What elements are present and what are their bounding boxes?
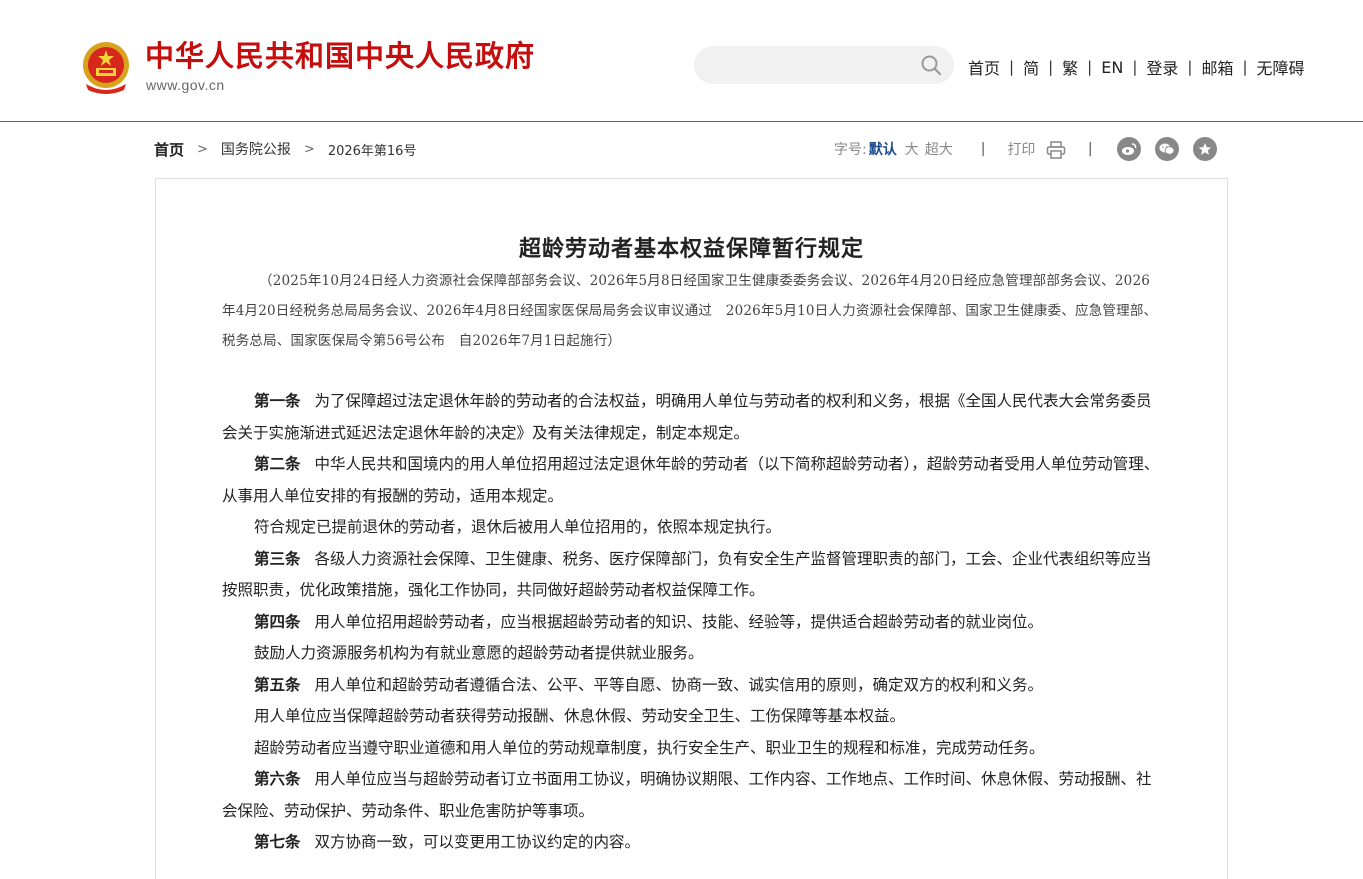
article-clause-text: 用人单位应当保障超龄劳动者获得劳动报酬、休息休假、劳动安全卫生、工伤保障等基本权…: [254, 707, 906, 725]
nav-separator: |: [1132, 58, 1138, 76]
breadcrumb: 首页 > 国务院公报 > 2026年第16号: [154, 138, 416, 160]
article-paragraph: 超龄劳动者应当遵守职业道德和用人单位的劳动规章制度，执行安全生产、职业卫生的规程…: [222, 733, 1162, 765]
font-size-default[interactable]: 默认: [869, 139, 897, 159]
article-subtitle: （2025年10月24日经人力资源社会保障部部务会议、2026年5月8日经国家卫…: [222, 273, 1158, 349]
font-size-large[interactable]: 大: [905, 139, 919, 159]
nav-separator: |: [1087, 58, 1093, 76]
nav-separator: |: [1009, 58, 1015, 76]
site-url[interactable]: www.gov.cn: [146, 77, 225, 93]
wechat-icon: [1159, 143, 1175, 155]
header-divider: [0, 121, 1363, 122]
search-icon[interactable]: [920, 54, 942, 76]
article-clause-text: 用人单位和超龄劳动者遵循合法、公平、平等自愿、协商一致、诚实信用的原则，确定双方…: [314, 675, 1044, 694]
article-clause-label: 第六条: [254, 770, 301, 788]
article-tools: 字号: 默认 大 超大 | 打印 |: [834, 137, 1231, 161]
nav-accessibility[interactable]: 无障碍: [1257, 55, 1305, 79]
tools-divider: |: [980, 141, 986, 157]
article-paragraph: 第四条 用人单位招用超龄劳动者，应当根据超龄劳动者的知识、技能、经验等，提供适合超…: [222, 607, 1162, 639]
article-clause-text: 超龄劳动者应当遵守职业道德和用人单位的劳动规章制度，执行安全生产、职业卫生的规程…: [254, 738, 1045, 757]
chevron-right-icon: >: [303, 141, 315, 157]
favorite-star-icon: [1198, 143, 1211, 155]
article-clause-label: 第二条: [254, 455, 301, 473]
article-clause-label: 第一条: [254, 392, 301, 410]
nav-traditional[interactable]: 繁: [1062, 55, 1078, 79]
font-size-label: 字号:: [834, 142, 867, 158]
article-paragraph: 符合规定已提前退休的劳动者，退休后被用人单位招用的，依照本规定执行。: [222, 512, 1162, 544]
article-paragraph: 第七条 双方协商一致，可以变更用工协议约定的内容。: [222, 827, 1162, 859]
top-nav: 首页 | 简 | 繁 | EN | 登录 | 邮箱 | 无障碍: [968, 55, 1305, 79]
printer-icon: [1046, 141, 1066, 159]
nav-english[interactable]: EN: [1101, 58, 1123, 77]
article-paragraph: 鼓励人力资源服务机构为有就业意愿的超龄劳动者提供就业服务。: [222, 638, 1162, 670]
nav-home[interactable]: 首页: [968, 55, 1000, 79]
article-clause-text: 双方协商一致，可以变更用工协议约定的内容。: [314, 833, 641, 851]
nav-separator: |: [1048, 58, 1054, 76]
article-clause-text: 用人单位应当与超龄劳动者订立书面用工协议，明确协议期限、工作内容、工作地点、工作…: [222, 770, 1152, 820]
article-paragraph: 第一条 为了保障超过法定退休年龄的劳动者的合法权益，明确用人单位与劳动者的权利和义…: [222, 386, 1162, 449]
article-paragraph: 用人单位应当保障超龄劳动者获得劳动报酬、休息休假、劳动安全卫生、工伤保障等基本权…: [222, 701, 1162, 733]
article-clause-text: 用人单位招用超龄劳动者，应当根据超龄劳动者的知识、技能、经验等，提供适合超龄劳动…: [314, 612, 1044, 631]
article-clause-label: 第七条: [254, 833, 301, 851]
article-panel: 超龄劳动者基本权益保障暂行规定 （2025年10月24日经人力资源社会保障部部务…: [155, 178, 1228, 879]
article-clause-text: 鼓励人力资源服务机构为有就业意愿的超龄劳动者提供就业服务。: [254, 644, 704, 662]
national-emblem-icon[interactable]: [80, 40, 132, 94]
print-label: 打印: [1007, 142, 1036, 158]
tools-divider: |: [1087, 141, 1093, 157]
article-clause-text: 各级人力资源社会保障、卫生健康、税务、医疗保障部门，负有安全生产监督管理职责的部…: [222, 549, 1152, 600]
article-clause-label: 第四条: [254, 612, 301, 631]
article-clause-text: 为了保障超过法定退休年龄的劳动者的合法权益，明确用人单位与劳动者的权利和义务，根…: [222, 392, 1152, 442]
site-header: 中华人民共和国中央人民政府 www.gov.cn 首页 | 简 | 繁 | EN…: [0, 0, 1363, 121]
weibo-icon: [1121, 143, 1136, 155]
nav-mailbox[interactable]: 邮箱: [1201, 55, 1233, 79]
breadcrumb-home[interactable]: 首页: [154, 139, 184, 160]
favorite-button[interactable]: [1192, 137, 1217, 161]
article-clause-label: 第五条: [254, 675, 301, 694]
article-paragraph: 第三条 各级人力资源社会保障、卫生健康、税务、医疗保障部门，负有安全生产监督管理职…: [222, 544, 1162, 607]
article-title: 超龄劳动者基本权益保障暂行规定: [518, 236, 864, 262]
nav-separator: |: [1187, 58, 1193, 76]
article-body: 第一条 为了保障超过法定退休年龄的劳动者的合法权益，明确用人单位与劳动者的权利和义…: [222, 386, 1162, 859]
article-clause-text: 符合规定已提前退休的劳动者，退休后被用人单位招用的，依照本规定执行。: [254, 518, 782, 536]
search-box: [694, 46, 954, 84]
article-clause-text: 中华人民共和国境内的用人单位招用超过法定退休年龄的劳动者（以下简称超龄劳动者），…: [222, 455, 1160, 505]
search-input[interactable]: [712, 54, 906, 78]
site-title[interactable]: 中华人民共和国中央人民政府: [145, 38, 535, 74]
article-clause-label: 第三条: [254, 549, 301, 568]
breadcrumb-section[interactable]: 国务院公报: [221, 139, 291, 159]
nav-login[interactable]: 登录: [1146, 55, 1178, 79]
share-weibo-button[interactable]: [1116, 137, 1141, 161]
print-button[interactable]: 打印: [1007, 139, 1066, 159]
nav-separator: |: [1242, 58, 1248, 76]
article-paragraph: 第六条 用人单位应当与超龄劳动者订立书面用工协议，明确协议期限、工作内容、工作地点…: [222, 764, 1162, 827]
breadcrumb-current: 2026年第16号: [327, 143, 417, 159]
nav-simplified[interactable]: 简: [1023, 55, 1039, 79]
share-wechat-button[interactable]: [1154, 137, 1179, 161]
chevron-right-icon: >: [197, 141, 208, 157]
article-paragraph: 第五条 用人单位和超龄劳动者遵循合法、公平、平等自愿、协商一致、诚实信用的原则，确…: [222, 670, 1162, 702]
article-paragraph: 第二条 中华人民共和国境内的用人单位招用超过法定退休年龄的劳动者（以下简称超龄劳动…: [222, 449, 1162, 512]
font-size-xlarge[interactable]: 超大: [925, 139, 953, 159]
